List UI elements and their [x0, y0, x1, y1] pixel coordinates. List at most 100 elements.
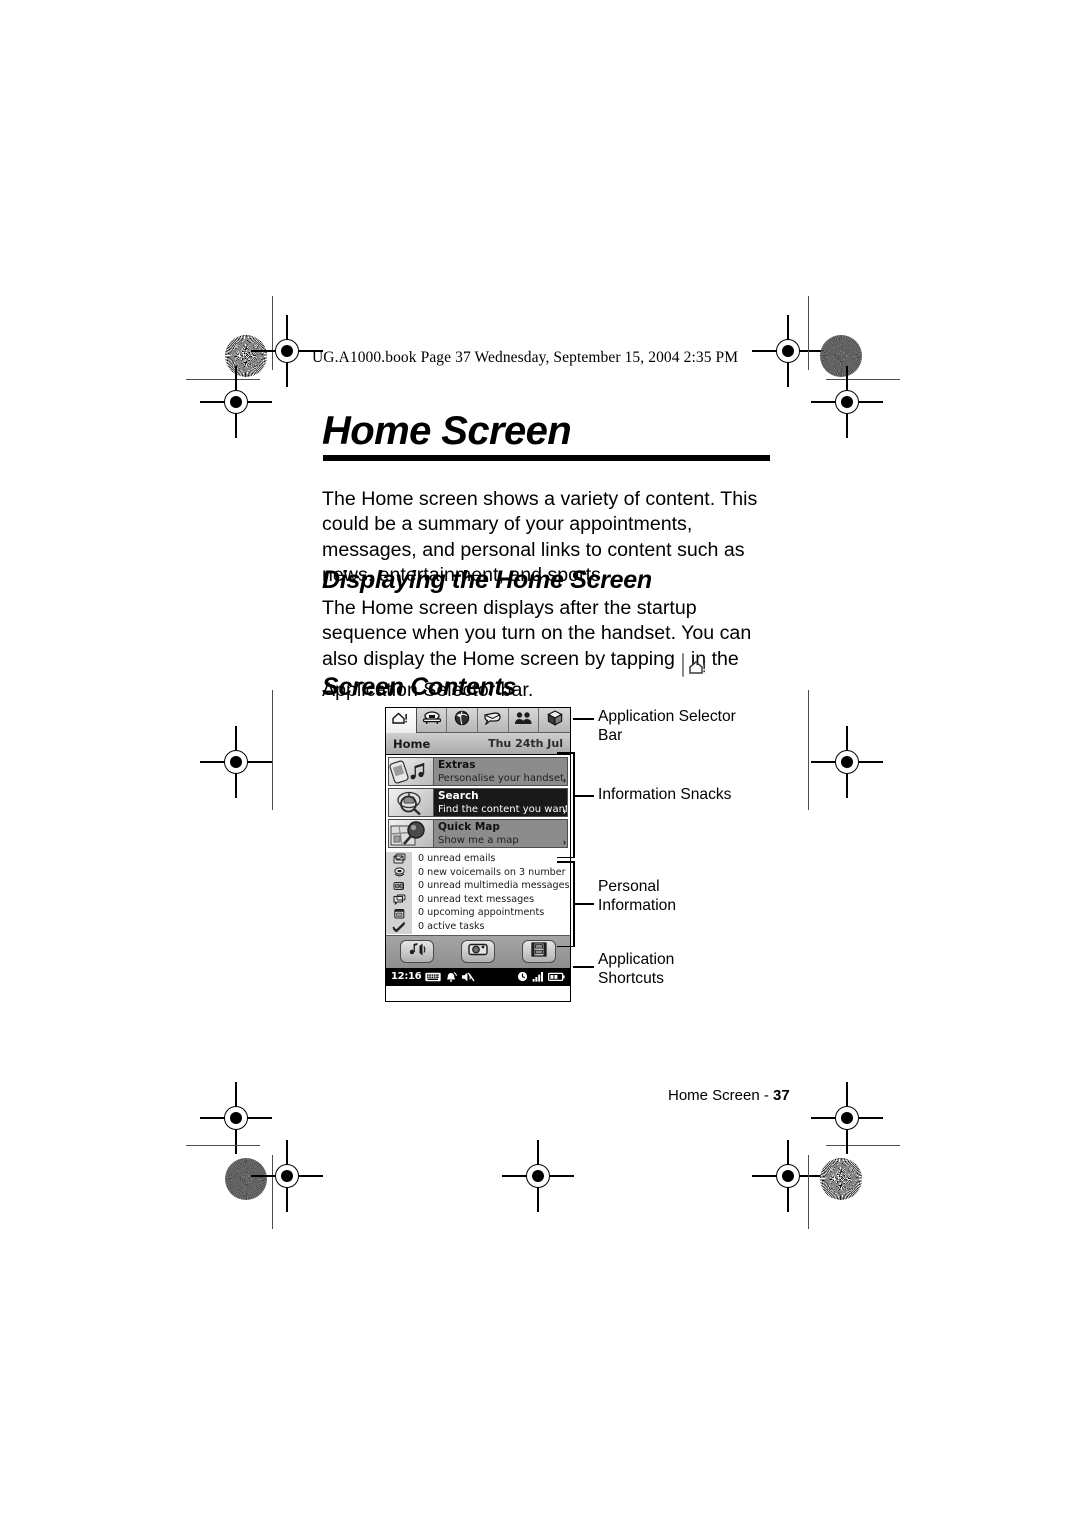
- app-tab-home[interactable]: [386, 708, 417, 733]
- list-item-label: 0 unread multimedia messages: [418, 880, 570, 892]
- registration-target: [251, 1140, 323, 1212]
- callout-information-snacks: Information Snacks: [598, 786, 748, 805]
- shortcut-video[interactable]: [522, 940, 557, 964]
- leader-line: [573, 718, 594, 720]
- list-item[interactable]: 0 unread multimedia messages: [386, 879, 570, 893]
- snack-title: Search: [438, 790, 479, 802]
- snack-search[interactable]: Search Find the content you want ›: [388, 788, 568, 817]
- registration-target: [811, 366, 883, 438]
- snack-text: Extras Personalise your handset: [434, 758, 567, 785]
- magnifier-search-icon: [389, 789, 434, 816]
- list-item[interactable]: 0 upcoming appointments: [386, 906, 570, 920]
- clock-icon: [517, 971, 528, 982]
- signal-strength-icon: [532, 971, 544, 982]
- snack-title: Quick Map: [438, 821, 500, 833]
- crop-line: [826, 1145, 900, 1147]
- battery-icon: [548, 972, 565, 982]
- registration-target: [200, 366, 272, 438]
- app-tab-phone[interactable]: [417, 708, 448, 733]
- home-icon: [391, 710, 410, 730]
- video-film-icon: [530, 941, 548, 962]
- device-date: Thu 24th Jul: [488, 737, 563, 750]
- crop-line: [186, 379, 260, 381]
- crop-line: [808, 1155, 810, 1229]
- registration-target: [251, 315, 323, 387]
- bracket-line: [573, 752, 575, 858]
- callout-line-1: Application: [598, 951, 675, 968]
- app-tab-browser[interactable]: [447, 708, 479, 733]
- speaker-muted-icon: [461, 971, 475, 983]
- bracket-cap: [557, 861, 574, 863]
- callout-line-2: Bar: [598, 726, 623, 744]
- snack-text: Search Find the content you want: [434, 789, 567, 816]
- checkmark-tasks-icon: [386, 919, 412, 934]
- callout-line-2: Information: [598, 896, 677, 914]
- list-item[interactable]: 0 unread text messages: [386, 892, 570, 907]
- registration-target: [811, 726, 883, 798]
- file-stamp: UG.A1000.book Page 37 Wednesday, Septemb…: [312, 349, 739, 366]
- snack-arrow-icon[interactable]: ›: [563, 838, 566, 847]
- personal-information-list: 0 unread emails 0 new voicemails on 3 nu…: [386, 850, 570, 935]
- title-rule: [323, 455, 770, 461]
- phone-music-icon: [389, 758, 434, 785]
- device-title-bar: Home Thu 24th Jul: [386, 733, 570, 755]
- device-screenshot: Home Thu 24th Jul Extras Personalise you…: [385, 707, 571, 1002]
- information-snacks: Extras Personalise your handset › Search…: [386, 755, 570, 848]
- crop-line: [272, 690, 274, 810]
- snack-extras[interactable]: Extras Personalise your handset ›: [388, 757, 568, 786]
- snack-subtitle: Personalise your handset: [438, 773, 564, 784]
- starburst-mark-bottom-right: [820, 1158, 862, 1200]
- callout-application-selector-bar: Application Selector Bar: [598, 708, 748, 745]
- heading-displaying-home-screen: Displaying the Home Screen: [322, 566, 652, 594]
- callout-line-1: Application Selector: [598, 708, 736, 725]
- list-item-label: 0 unread emails: [418, 853, 496, 864]
- multimedia-message-icon: [386, 879, 412, 893]
- list-item-label: 0 new voicemails on 3 number: [418, 866, 566, 878]
- device-title: Home: [393, 736, 431, 751]
- application-shortcuts: [386, 934, 570, 968]
- snack-subtitle: Show me a map: [438, 835, 519, 846]
- app-tab-contacts[interactable]: [509, 708, 540, 733]
- crop-line: [808, 296, 810, 370]
- snack-text: Quick Map Show me a map: [434, 820, 567, 847]
- page-title: Home Screen: [322, 409, 572, 453]
- registration-target: [502, 1140, 574, 1212]
- leader-line: [573, 795, 594, 797]
- list-item[interactable]: 0 new voicemails on 3 number: [386, 865, 570, 880]
- app-tab-messaging[interactable]: [478, 708, 509, 733]
- list-item[interactable]: 0 unread emails: [386, 852, 570, 866]
- page-footer: Home Screen - 37: [668, 1087, 790, 1104]
- music-player-icon: [407, 942, 427, 962]
- starburst-mark-bottom-left: [225, 1158, 267, 1200]
- crop-line: [826, 379, 900, 381]
- alarm-bell-icon: [445, 971, 458, 983]
- shortcut-music-player[interactable]: [399, 940, 434, 964]
- application-selector-bar: [386, 708, 570, 733]
- heading-screen-contents: Screen Contents: [322, 673, 517, 701]
- email-icon: [386, 852, 412, 866]
- callout-application-shortcuts: Application Shortcuts: [598, 951, 748, 988]
- registration-target: [811, 1082, 883, 1154]
- status-time: 12:16: [391, 971, 422, 983]
- leader-line: [573, 903, 594, 905]
- shortcut-camera[interactable]: [460, 940, 495, 964]
- list-item[interactable]: 0 active tasks: [386, 919, 570, 934]
- globe-icon: [454, 710, 470, 731]
- callout-line-1: Personal: [598, 878, 660, 895]
- snack-subtitle: Find the content you want: [438, 804, 568, 815]
- contacts-icon: [514, 711, 533, 730]
- app-tab-applications[interactable]: [539, 708, 570, 733]
- snack-arrow-icon[interactable]: ›: [563, 776, 566, 785]
- messaging-icon: [483, 711, 503, 730]
- snack-quick-map[interactable]: Quick Map Show me a map ›: [388, 819, 568, 848]
- crop-line: [808, 690, 810, 810]
- leader-line: [573, 966, 594, 968]
- registration-target: [752, 1140, 824, 1212]
- snack-arrow-icon[interactable]: ›: [563, 807, 566, 816]
- keyboard-icon: [425, 972, 442, 982]
- list-item-label: 0 upcoming appointments: [418, 907, 545, 919]
- registration-target: [200, 1082, 272, 1154]
- voicemail-icon: [386, 865, 412, 880]
- list-item-label: 0 unread text messages: [418, 893, 535, 905]
- home-icon: [681, 652, 705, 677]
